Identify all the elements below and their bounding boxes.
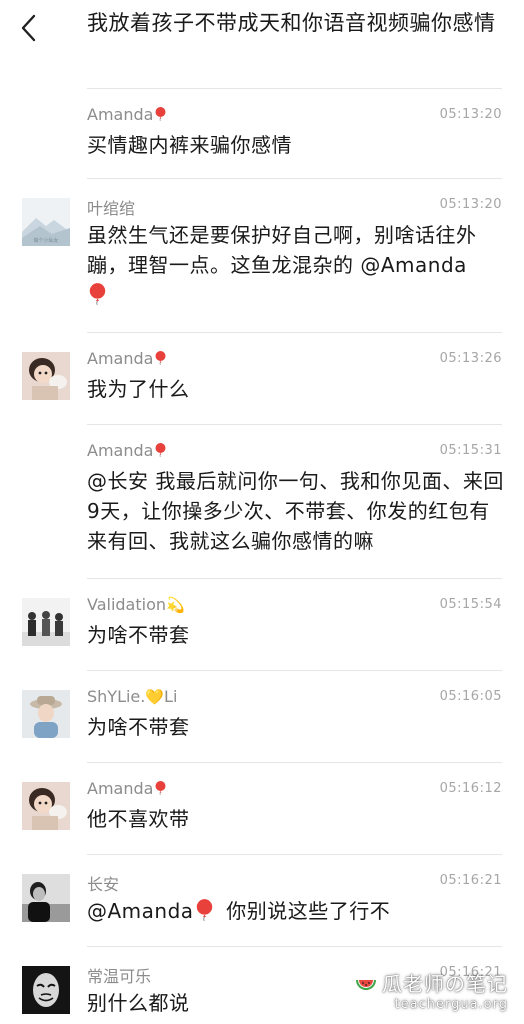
man-avatar[interactable] — [22, 874, 70, 922]
message-text: 我为了什么 — [87, 377, 190, 401]
watermelon-icon — [354, 972, 378, 996]
divider — [87, 178, 502, 179]
chat-message: 做个小仙女 叶绾绾 05:13:20 虽然生气还是要保护好自己啊，别啥话往外蹦，… — [0, 178, 524, 332]
sender-name[interactable]: Amanda — [87, 105, 166, 124]
girl-avatar[interactable] — [22, 352, 70, 400]
sender-name[interactable]: Validation💫 — [87, 595, 185, 614]
message-time: 05:15:54 — [439, 597, 502, 612]
watermark-title: 瓜老师の笔记 — [382, 972, 508, 996]
yellow-heart-emoji: 💛 — [145, 688, 165, 706]
divider — [87, 88, 502, 89]
chat-message: Amanda 05:13:20 买情趣内裤来骗你感情 — [0, 88, 524, 178]
divider — [87, 332, 502, 333]
message-text: 为啥不带套 — [87, 715, 190, 739]
chat-message: Amanda 05:15:31 @长安 我最后就问你一句、我和你见面、来回9天，… — [0, 424, 524, 578]
balloon-icon — [89, 283, 106, 305]
chevron-left-icon — [14, 10, 44, 46]
chat-message: Validation💫 05:15:54 为啥不带套 — [0, 578, 524, 670]
sender-name[interactable]: 长安 — [87, 871, 119, 895]
top-message-text: 我放着孩子不带成天和你语音视频骗你感情 — [87, 11, 496, 35]
mention-link[interactable]: @Amanda — [87, 899, 194, 923]
girl-avatar[interactable] — [22, 782, 70, 830]
message-text: 为啥不带套 — [87, 623, 190, 647]
mask-avatar[interactable] — [22, 966, 70, 1014]
message-text: 买情趣内裤来骗你感情 — [87, 133, 292, 157]
back-button[interactable] — [14, 10, 44, 46]
chat-message: Amanda 05:13:26 我为了什么 — [0, 332, 524, 424]
balloon-icon — [155, 443, 166, 457]
balloon-icon — [155, 781, 166, 795]
balloon-icon — [155, 351, 166, 365]
sender-name[interactable]: Amanda — [87, 779, 166, 798]
balloon-icon — [196, 899, 213, 921]
balloon-icon — [155, 107, 166, 121]
divider — [87, 424, 502, 425]
sender-name[interactable]: ShYLie.💛Li — [87, 687, 177, 706]
message-time: 05:13:26 — [439, 351, 502, 366]
chat-message: Amanda 05:16:12 他不喜欢带 — [0, 762, 524, 854]
watermark-url: teachergua.org — [394, 997, 508, 1012]
message-time: 05:13:20 — [439, 107, 502, 122]
message-time: 05:16:12 — [439, 781, 502, 796]
sender-name[interactable]: 叶绾绾 — [87, 195, 135, 219]
people-avatar[interactable] — [22, 598, 70, 646]
message-text: 虽然生气还是要保护好自己啊，别啥话往外蹦，理智一点。这鱼龙混杂的 @Amanda — [87, 220, 507, 310]
divider — [87, 670, 502, 671]
sender-name[interactable]: 常温可乐 — [87, 963, 151, 987]
chat-message: ShYLie.💛Li 05:16:05 为啥不带套 — [0, 670, 524, 762]
chat-message: 长安 05:16:21 @Amanda 你别说这些了行不 — [0, 854, 524, 946]
svg-text:做个小仙女: 做个小仙女 — [33, 237, 58, 244]
message-text: @长安 我最后就问你一句、我和你见面、来回9天，让你操多少次、不带套、你发的红包… — [87, 469, 504, 553]
divider — [87, 762, 502, 763]
dizzy-emoji: 💫 — [166, 596, 185, 614]
hat-avatar[interactable] — [22, 690, 70, 738]
divider — [87, 578, 502, 579]
message-time: 05:13:20 — [439, 197, 502, 212]
sender-name[interactable]: Amanda — [87, 441, 166, 460]
sender-name[interactable]: Amanda — [87, 349, 166, 368]
divider — [87, 854, 502, 855]
message-time: 05:16:05 — [439, 689, 502, 704]
divider — [87, 946, 502, 947]
message-time: 05:16:21 — [439, 873, 502, 888]
message-time: 05:15:31 — [439, 443, 502, 458]
landscape-avatar[interactable]: 做个小仙女 — [22, 198, 70, 246]
message-text: @Amanda 你别说这些了行不 — [87, 899, 391, 923]
watermark: 瓜老师の笔记 teachergua.org — [354, 968, 508, 1012]
message-text: 他不喜欢带 — [87, 807, 190, 831]
